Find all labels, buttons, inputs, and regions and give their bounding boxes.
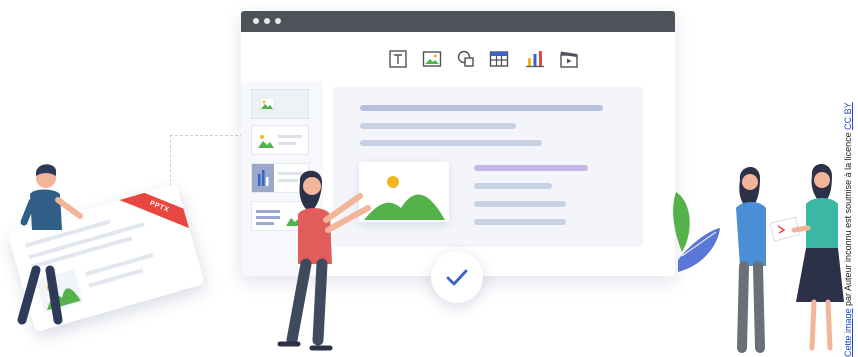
person-holding-card [17,164,83,325]
shapes-icon[interactable] [456,49,476,69]
person-center [277,170,371,351]
plant-illustration [673,192,720,272]
confirm-check-badge [431,251,483,303]
text-placeholder-line [474,165,588,171]
heading-placeholder [360,105,603,111]
credit-link-license[interactable]: CC BY [843,102,853,130]
credit-link-image[interactable]: Cette image [843,308,853,357]
image-credit: Cette image par Auteur inconnu est soumi… [843,102,857,357]
window-dot-2 [264,18,270,24]
window-dot-3 [275,18,281,24]
text-box-icon[interactable] [388,49,408,69]
text-placeholder-line [474,183,552,189]
chart-icon[interactable] [525,49,545,69]
slide-thumbnail-2[interactable] [251,125,309,155]
window-titlebar [241,11,675,32]
window-dot-1 [253,18,259,24]
text-placeholder-line [360,140,542,146]
slide-thumbnail-1[interactable] [251,89,309,119]
video-icon[interactable] [559,49,579,69]
text-placeholder-line [360,123,516,129]
people-right [736,164,844,353]
table-icon[interactable] [489,49,509,69]
credit-text: par Auteur inconnu est soumise à la lice… [843,129,853,309]
image-icon[interactable] [422,49,442,69]
text-placeholder-line [474,219,566,225]
text-placeholder-line [474,201,566,207]
